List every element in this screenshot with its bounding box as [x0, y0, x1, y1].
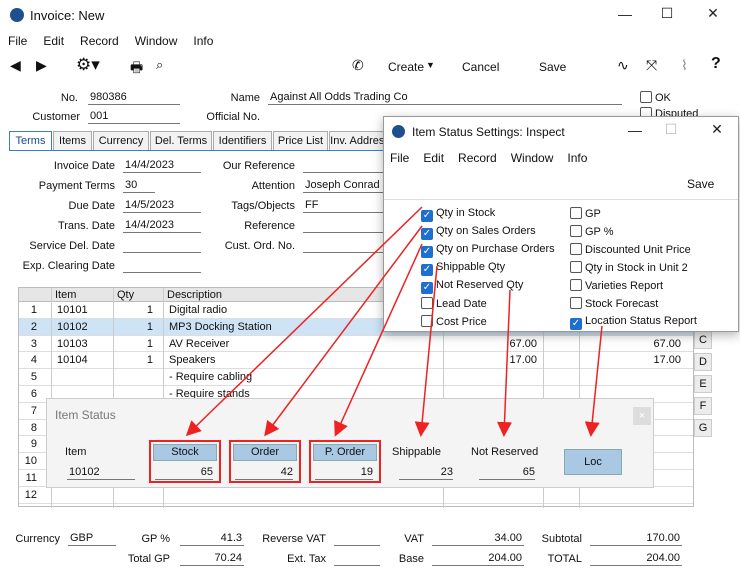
arrow-shippable-qty — [414, 265, 438, 437]
arrow-qty-on-sales-orders — [264, 225, 423, 437]
arrow-qty-on-purchase-orders — [334, 243, 423, 437]
callout-arrows — [185, 206, 603, 437]
arrow-not-reserved-qty — [497, 289, 512, 437]
arrow-location-status-report — [584, 325, 603, 437]
